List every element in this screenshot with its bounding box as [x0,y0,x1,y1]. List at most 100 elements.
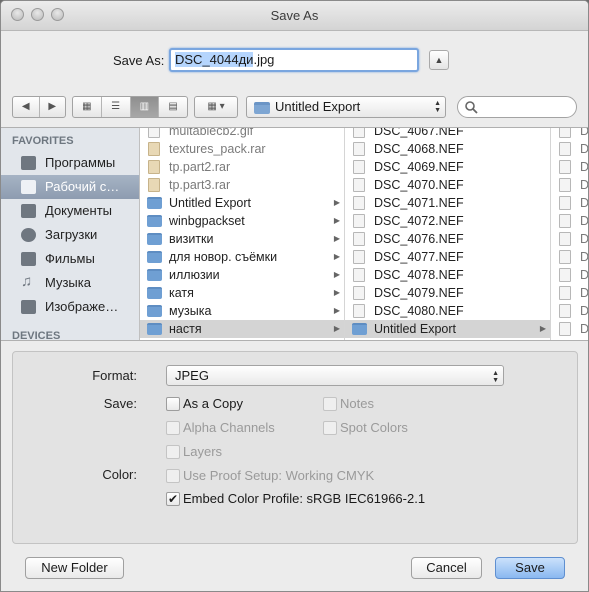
coverflow-view-icon: ▤ [168,101,178,112]
column1-row[interactable]: multablecb2.gif [140,128,344,140]
list-view-button[interactable]: ☰ [102,97,131,117]
sidebar-item-applications[interactable]: Программы [1,151,139,175]
column1-row-label: winbgpackset [169,214,245,228]
location-popup[interactable]: Untitled Export ▲ ▼ [246,96,446,118]
column3-row[interactable]: D [551,320,588,338]
layers-checkbox[interactable] [166,445,180,459]
column1-row[interactable]: textures_pack.rar [140,140,344,158]
column2-row[interactable]: DSC_4079.NEF [345,284,550,302]
back-arrow-icon: ◀ [21,101,30,112]
column3-row-label: D [580,268,588,282]
column1-row-label: музыка [169,304,212,318]
column3-row[interactable]: D [551,230,588,248]
popup-arrows-icon: ▲ ▼ [492,370,499,384]
column2-row[interactable]: DSC_4072.NEF [345,212,550,230]
column2-row[interactable]: DSC_4067.NEF [345,128,550,140]
sidebar-item-downloads[interactable]: Загрузки [1,223,139,247]
column3-row[interactable]: D [551,140,588,158]
arrange-icon: ▦ ▾ [207,101,225,112]
column1-row[interactable]: настя ▶ [140,320,344,338]
file-icon [559,160,571,174]
sidebar-item-pictures[interactable]: Изображе… [1,295,139,319]
back-button[interactable]: ◀ [13,97,40,117]
column1-row-label: иллюзии [169,268,220,282]
forward-button[interactable]: ▶ [40,97,66,117]
disclosure-arrow-icon: ▶ [333,324,340,333]
column3-row[interactable]: D [551,176,588,194]
back-forward-control: ◀ ▶ [12,96,66,118]
column3-row[interactable]: D [551,128,588,140]
save-button[interactable]: Save [495,557,565,579]
search-field[interactable] [457,96,577,118]
column1-row-label: катя [169,286,194,300]
column3-row[interactable]: D [551,284,588,302]
column3-row[interactable]: D [551,248,588,266]
column2-row[interactable]: DSC_4069.NEF [345,158,550,176]
file-icon [559,142,571,156]
file-icon [559,250,571,264]
column1-row[interactable]: tp.part3.rar [140,176,344,194]
column3-row-label: D [580,196,588,210]
column3-row[interactable]: D [551,266,588,284]
column1-row[interactable]: катя ▶ [140,284,344,302]
column3-row-label: D [580,214,588,228]
new-folder-button[interactable]: New Folder [25,557,124,579]
column1-row-label: textures_pack.rar [169,142,266,156]
popup-arrows-icon: ▲ ▼ [434,100,441,114]
column3-row[interactable]: D [551,212,588,230]
as-a-copy-checkbox[interactable] [166,397,180,411]
column2-row[interactable]: DSC_4076.NEF [345,230,550,248]
column3-row[interactable]: D [551,194,588,212]
column-1: multablecb2.gif textures_pack.rar tp.part2… [140,128,345,340]
column2-row[interactable]: DSC_4078.NEF [345,266,550,284]
file-icon [353,142,365,156]
icon-view-button[interactable]: ▦ [73,97,102,117]
column2-row[interactable]: DSC_4077.NEF [345,248,550,266]
column1-row[interactable]: музыка ▶ [140,302,344,320]
column2-row[interactable]: DSC_4070.NEF [345,176,550,194]
column-view-icon: ▥ [139,101,150,112]
file-icon [353,128,365,138]
expand-dialog-button[interactable]: ▲ [429,50,449,70]
column1-row[interactable]: для новор. съёмки ▶ [140,248,344,266]
column2-row-label: DSC_4071.NEF [374,196,464,210]
coverflow-view-button[interactable]: ▤ [159,97,187,117]
column1-row[interactable]: визитки ▶ [140,230,344,248]
chevron-up-icon: ▲ [434,55,444,65]
column3-row[interactable]: D [551,158,588,176]
disclosure-arrow-icon: ▶ [333,306,340,315]
column-view-button[interactable]: ▥ [130,97,160,117]
column2-row[interactable]: DSC_4071.NEF [345,194,550,212]
column1-row[interactable]: winbgpackset ▶ [140,212,344,230]
view-mode-control: ▦ ☰ ▥ ▤ [72,96,188,118]
notes-label: Notes [340,396,374,411]
column2-row[interactable]: DSC_4080.NEF [345,302,550,320]
file-icon [559,128,571,138]
column1-row[interactable]: tp.part2.rar [140,158,344,176]
sidebar-item-documents[interactable]: Документы [1,199,139,223]
sidebar-item-desktop[interactable]: Рабочий с… [1,175,139,199]
column1-row[interactable]: иллюзии ▶ [140,266,344,284]
arrange-menu-button[interactable]: ▦ ▾ [194,96,238,118]
alpha-channels-checkbox[interactable] [166,421,180,435]
sidebar: FAVORITES Программы Рабочий с… Документы… [1,128,140,340]
column2-row[interactable]: DSC_4068.NEF [345,140,550,158]
documents-icon [21,204,36,218]
title-bar: Save As [1,1,588,31]
filename-field[interactable]: DSC_4044ди.jpg [169,48,419,72]
column3-row[interactable]: D [551,302,588,320]
format-popup[interactable]: JPEG ▲ ▼ [166,365,504,386]
sidebar-item-movies[interactable]: Фильмы [1,247,139,271]
column1-row[interactable]: Untitled Export ▶ [140,194,344,212]
sidebar-item-music[interactable]: ♫ Музыка [1,271,139,295]
folder-icon [147,305,162,317]
cancel-button[interactable]: Cancel [411,557,482,579]
save-label: Save: [103,396,137,411]
column2-row[interactable]: Untitled Export ▶ [345,320,550,338]
column2-row-label: DSC_4069.NEF [374,160,464,174]
spot-colors-checkbox[interactable] [323,421,337,435]
embed-color-profile-checkbox[interactable]: ✔ [166,492,180,506]
use-proof-setup-checkbox[interactable] [166,469,180,483]
file-icon [353,178,365,192]
notes-checkbox[interactable] [323,397,337,411]
